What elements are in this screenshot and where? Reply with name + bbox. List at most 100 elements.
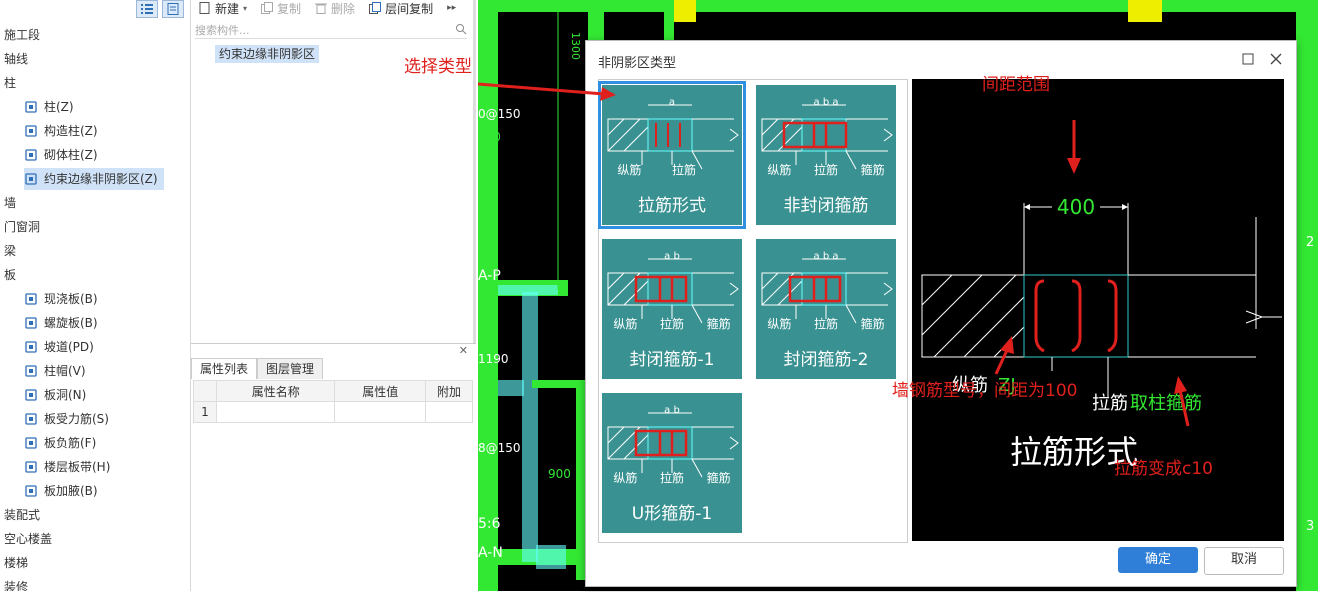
tile-dimension: a [668,97,676,108]
tile-caption: 拉筋形式 [638,196,706,216]
tree-category[interactable]: 板 [4,264,16,286]
cell-extra[interactable] [425,401,473,423]
tree-category[interactable]: 柱 [4,72,16,94]
tile-label: 拉筋 [672,163,697,177]
tree-category[interactable]: 楼梯 [4,552,28,574]
tree-item[interactable]: 坡道(PD) [24,336,94,358]
tree-category[interactable]: 装配式 [4,504,40,526]
tree-item[interactable]: 板洞(N) [24,384,86,406]
search-placeholder: 搜索构件... [195,24,250,37]
property-table: 属性名称 属性值 附加 1 [193,380,473,423]
tile-caption: 封闭箍筋-1 [629,350,715,370]
cad-label: 2 [1306,235,1314,250]
cad-label: 3 [1306,519,1314,534]
shadow-area-type-dialog: 非阴影区类型 a 纵筋 拉筋 拉筋形式 a b a 纵筋 拉筋 箍筋 非封闭箍筋 a b 纵筋 拉筋箍… [585,40,1297,587]
tile-dimension: a b [664,251,680,262]
tree-category[interactable]: 施工段 [4,24,40,46]
close-icon[interactable]: ✕ [459,344,468,357]
tree-item-label: 砌体柱(Z) [44,148,98,162]
document-icon [167,3,179,15]
tab-layer-management[interactable]: 图层管理 [257,358,324,379]
tree-item-label: 坡道(PD) [44,340,94,354]
trash-icon [315,3,328,14]
ok-button[interactable]: 确定 [1118,547,1198,573]
annotation-up-arrow-icon [994,336,1014,375]
tree-category[interactable]: 梁 [4,240,16,262]
constraint-edge-icon [25,173,37,185]
floor-copy-button[interactable]: 层间复制 [369,0,433,17]
tree-item-label: 板负筋(F) [44,436,97,450]
header-extra: 附加 [425,380,473,402]
search-icon[interactable] [455,23,467,35]
ramp-icon [25,341,37,353]
new-button[interactable]: 新建 ▾ [199,0,247,17]
slab-hole-icon [25,389,37,401]
dropdown-arrow-icon[interactable]: ▾ [243,4,247,13]
tile-label: 纵筋 [767,163,792,177]
tree-item[interactable]: 现浇板(B) [24,288,98,310]
tree-category[interactable]: 装修 [4,576,28,591]
cell-value[interactable] [334,401,426,423]
cad-label: 0@150 [478,107,521,121]
tree-item-label: 约束边缘非阴影区(Z) [44,172,158,186]
constructional-column-icon [25,125,37,137]
tree-item[interactable]: 柱(Z) [24,96,74,118]
maximize-icon[interactable] [1242,53,1254,65]
tree-item[interactable]: 约束边缘非阴影区(Z) [24,168,164,190]
tile-labels: 纵筋 拉筋 [602,161,742,178]
tree-item-label: 梁 [4,244,17,258]
detail-view-button[interactable] [162,0,184,18]
tree-category[interactable]: 墙 [4,192,16,214]
more-icon[interactable]: ▸▸ [447,3,456,13]
copy-button[interactable]: 复制 [261,0,301,17]
annotation-tie-change: 拉筋变成c10 [1114,459,1213,479]
tile-caption: U形箍筋-1 [631,504,713,524]
close-icon[interactable] [1270,53,1282,65]
list-view-button[interactable] [136,0,158,18]
tree-category[interactable]: 轴线 [4,48,28,70]
tree-item[interactable]: 柱帽(V) [24,360,86,382]
tree-item[interactable]: 板加腋(B) [24,480,98,502]
column-icon [25,101,37,113]
tile-label: 纵筋 [617,163,642,177]
table-row[interactable]: 1 [193,401,473,423]
type-tile[interactable]: a b 纵筋 拉筋 箍筋 U形箍筋-1 [602,393,742,533]
tile-label: 纵筋 [613,471,638,485]
preview-canvas: 400 纵筋 ZJ 拉筋 取柱箍筋 拉筋形式 [921,195,1282,471]
list-icon [141,4,153,14]
tree-item[interactable]: 螺旋板(B) [24,312,98,334]
type-tile[interactable]: a 纵筋 拉筋拉筋形式 [598,81,746,229]
cad-label: 1200 [481,285,495,316]
type-preview: 400 纵筋 ZJ 拉筋 取柱箍筋 拉筋形式 [912,79,1284,541]
type-tile[interactable]: a b a 纵筋 拉筋 箍筋 非封闭箍筋 [756,85,896,225]
tree-item[interactable]: 砌体柱(Z) [24,144,98,166]
component-item[interactable]: 约束边缘非阴影区 [215,45,320,63]
type-tile[interactable]: a b a 纵筋 拉筋 箍筋 封闭箍筋-2 [756,239,896,379]
annotation-wall-rebar: 墙钢筋型号，间距为100 [892,381,1078,401]
cad-label: 1190 [478,352,509,366]
tree-item-label: 装修 [4,580,29,591]
tab-property-list[interactable]: 属性列表 [191,358,258,379]
tree-item[interactable]: 构造柱(Z) [24,120,98,142]
tile-labels: 纵筋 拉筋 箍筋 [602,315,742,332]
tree-item[interactable]: 楼层板带(H) [24,456,110,478]
tree-item[interactable]: 板负筋(F) [24,432,96,454]
delete-button[interactable]: 删除 [315,0,355,17]
tree-item-label: 墙 [4,196,17,210]
cancel-button[interactable]: 取消 [1204,547,1284,575]
slab-rebar-icon [25,413,37,425]
tree-category[interactable]: 门窗洞 [4,216,40,238]
tile-label: 拉筋 [813,163,838,177]
cell-name[interactable] [215,401,336,423]
delete-label: 删除 [331,1,356,16]
tree-item-label: 门窗洞 [4,220,41,234]
property-panel: ✕ 属性列表 图层管理 属性名称 属性值 附加 1 [191,343,476,592]
tree-item[interactable]: 板受力筋(S) [24,408,109,430]
floor-copy-icon [369,2,382,14]
tree-item-label: 构造柱(Z) [44,124,98,138]
tree-category[interactable]: 空心楼盖 [4,528,52,550]
tile-caption: 非封闭箍筋 [783,196,869,216]
table-corner [193,380,217,402]
search-input[interactable]: 搜索构件... [195,22,467,39]
type-tile[interactable]: a b 纵筋 拉筋 箍筋 封闭箍筋-1 [602,239,742,379]
